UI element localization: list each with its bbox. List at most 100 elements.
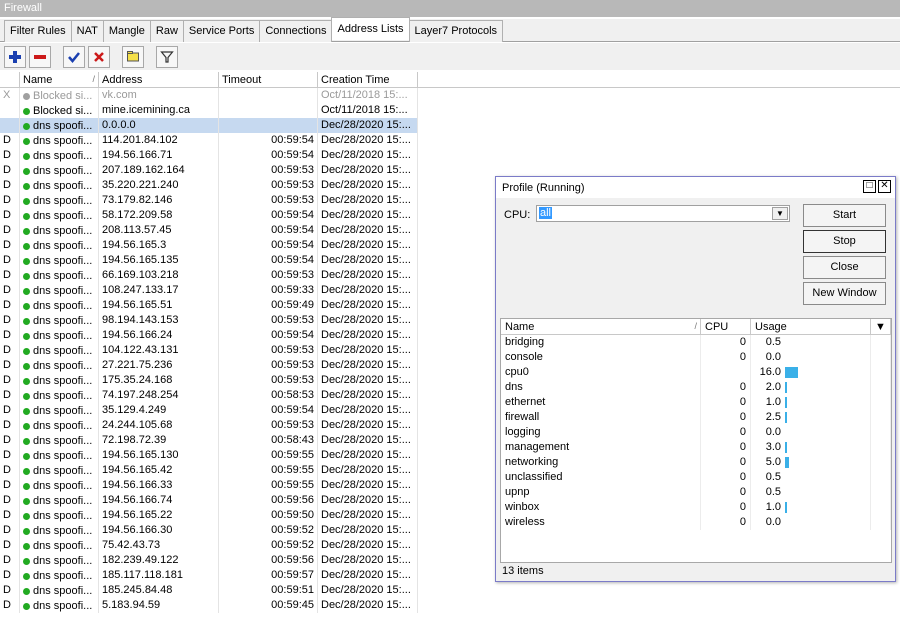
sort-ascending-icon: / bbox=[92, 74, 95, 84]
process-usage-cell: 0.0 bbox=[751, 515, 871, 530]
status-dot-icon bbox=[23, 332, 30, 340]
column-header-cpu[interactable]: CPU bbox=[701, 319, 751, 334]
row-name: dns spoofi... bbox=[20, 148, 99, 163]
cpu-select-value: all bbox=[539, 207, 553, 219]
list-item[interactable]: ethernet 0 1.0 bbox=[501, 395, 891, 410]
process-usage-cell: 2.5 bbox=[751, 410, 871, 425]
row-creation-time: Dec/28/2020 15:... bbox=[318, 358, 418, 373]
list-item[interactable]: upnp 0 0.5 bbox=[501, 485, 891, 500]
process-cpu: 0 bbox=[701, 350, 751, 365]
list-item[interactable]: dns 0 2.0 bbox=[501, 380, 891, 395]
close-button[interactable]: Close bbox=[803, 256, 886, 279]
comment-button[interactable] bbox=[122, 45, 144, 68]
row-timeout: 00:59:53 bbox=[219, 163, 318, 178]
window-title: Firewall bbox=[0, 0, 900, 17]
column-header-name[interactable]: Name / bbox=[20, 72, 99, 87]
row-address: 35.129.4.249 bbox=[99, 403, 219, 418]
table-row[interactable]: Ddns spoofi... 5.183.94.59 00:59:45 Dec/28/… bbox=[0, 598, 900, 613]
row-address: 75.42.43.73 bbox=[99, 538, 219, 553]
table-row[interactable]: X Blocked si... vk.com Oct/11/2018 15:... bbox=[0, 88, 900, 103]
list-item[interactable]: management 0 3.0 bbox=[501, 440, 891, 455]
list-item[interactable]: bridging 0 0.5 bbox=[501, 335, 891, 350]
row-flag: D bbox=[0, 298, 20, 313]
row-creation-time: Dec/28/2020 15:... bbox=[318, 523, 418, 538]
check-icon bbox=[68, 51, 80, 63]
tab-mangle[interactable]: Mangle bbox=[102, 20, 151, 42]
row-creation-time: Dec/28/2020 15:... bbox=[318, 553, 418, 568]
sort-ascending-icon: / bbox=[694, 321, 697, 331]
row-address: 194.56.165.42 bbox=[99, 463, 219, 478]
tab-service-ports[interactable]: Service Ports bbox=[182, 20, 261, 42]
process-cpu: 0 bbox=[701, 500, 751, 515]
row-creation-time: Dec/28/2020 15:... bbox=[318, 118, 418, 133]
row-flag: D bbox=[0, 508, 20, 523]
start-button[interactable]: Start bbox=[803, 204, 886, 227]
process-cpu: 0 bbox=[701, 410, 751, 425]
list-item[interactable]: winbox 0 1.0 bbox=[501, 500, 891, 515]
process-name: console bbox=[501, 350, 701, 365]
row-name: dns spoofi... bbox=[20, 403, 99, 418]
table-row[interactable]: Blocked si... mine.icemining.ca Oct/11/201… bbox=[0, 103, 900, 118]
remove-button[interactable] bbox=[29, 45, 51, 68]
tab-connections[interactable]: Connections bbox=[259, 20, 333, 42]
tab-filter-rules[interactable]: Filter Rules bbox=[4, 20, 72, 42]
row-name: dns spoofi... bbox=[20, 208, 99, 223]
list-item[interactable]: wireless 0 0.0 bbox=[501, 515, 891, 530]
filter-button[interactable] bbox=[156, 45, 178, 68]
row-name: dns spoofi... bbox=[20, 253, 99, 268]
row-name: dns spoofi... bbox=[20, 583, 99, 598]
table-row[interactable]: Ddns spoofi... 185.245.84.48 00:59:51 Dec/2… bbox=[0, 583, 900, 598]
process-usage: 0.5 bbox=[765, 336, 781, 348]
tab-nat[interactable]: NAT bbox=[70, 20, 104, 42]
table-row[interactable]: dns spoofi... 0.0.0.0 Dec/28/2020 15:... bbox=[0, 118, 900, 133]
row-address: 194.56.165.135 bbox=[99, 253, 219, 268]
row-creation-time: Dec/28/2020 15:... bbox=[318, 238, 418, 253]
column-header-flag[interactable] bbox=[0, 72, 20, 87]
row-flag: D bbox=[0, 463, 20, 478]
column-header-creation-time[interactable]: Creation Time bbox=[318, 72, 418, 87]
row-name: dns spoofi... bbox=[20, 493, 99, 508]
enable-button[interactable] bbox=[63, 45, 85, 68]
column-header-timeout[interactable]: Timeout bbox=[219, 72, 318, 87]
list-item[interactable]: logging 0 0.0 bbox=[501, 425, 891, 440]
column-header-name[interactable]: Name / bbox=[501, 319, 701, 334]
disable-button[interactable] bbox=[88, 45, 110, 68]
maximize-button[interactable]: □ bbox=[863, 180, 876, 193]
row-flag: D bbox=[0, 268, 20, 283]
row-name: dns spoofi... bbox=[20, 478, 99, 493]
list-item[interactable]: unclassified 0 0.5 bbox=[501, 470, 891, 485]
close-window-button[interactable]: ✕ bbox=[878, 180, 891, 193]
filter-icon bbox=[160, 50, 174, 63]
cpu-select[interactable]: all ▼ bbox=[536, 205, 790, 222]
row-address: 194.56.166.30 bbox=[99, 523, 219, 538]
add-button[interactable] bbox=[4, 45, 26, 68]
tab-layer7-protocols[interactable]: Layer7 Protocols bbox=[408, 20, 504, 42]
row-name: dns spoofi... bbox=[20, 118, 99, 133]
row-name: dns spoofi... bbox=[20, 328, 99, 343]
row-flag: D bbox=[0, 343, 20, 358]
list-item[interactable]: networking 0 5.0 bbox=[501, 455, 891, 470]
dropdown-arrow-icon[interactable]: ▼ bbox=[772, 207, 788, 220]
row-address: 0.0.0.0 bbox=[99, 118, 219, 133]
process-name: management bbox=[501, 440, 701, 455]
process-usage-cell: 1.0 bbox=[751, 500, 871, 515]
stop-button[interactable]: Stop bbox=[803, 230, 886, 253]
process-name: wireless bbox=[501, 515, 701, 530]
list-item[interactable]: console 0 0.0 bbox=[501, 350, 891, 365]
row-creation-time: Dec/28/2020 15:... bbox=[318, 253, 418, 268]
status-dot-icon bbox=[23, 362, 30, 370]
row-name: dns spoofi... bbox=[20, 508, 99, 523]
tab-address-lists[interactable]: Address Lists bbox=[331, 17, 410, 40]
list-item[interactable]: firewall 0 2.5 bbox=[501, 410, 891, 425]
table-row[interactable]: Ddns spoofi... 114.201.84.102 00:59:54 Dec/… bbox=[0, 133, 900, 148]
profile-window-titlebar[interactable]: Profile (Running) □ ✕ bbox=[496, 177, 895, 198]
list-item[interactable]: cpu0 16.0 bbox=[501, 365, 891, 380]
new-window-button[interactable]: New Window bbox=[803, 282, 886, 305]
tab-raw[interactable]: Raw bbox=[149, 20, 184, 42]
status-dot-icon bbox=[23, 602, 30, 610]
table-row[interactable]: Ddns spoofi... 194.56.166.71 00:59:54 Dec/2… bbox=[0, 148, 900, 163]
column-header-address[interactable]: Address bbox=[99, 72, 219, 87]
column-chooser-button[interactable]: ▼ bbox=[871, 319, 891, 334]
column-header-usage[interactable]: Usage bbox=[751, 319, 871, 334]
row-name: dns spoofi... bbox=[20, 238, 99, 253]
